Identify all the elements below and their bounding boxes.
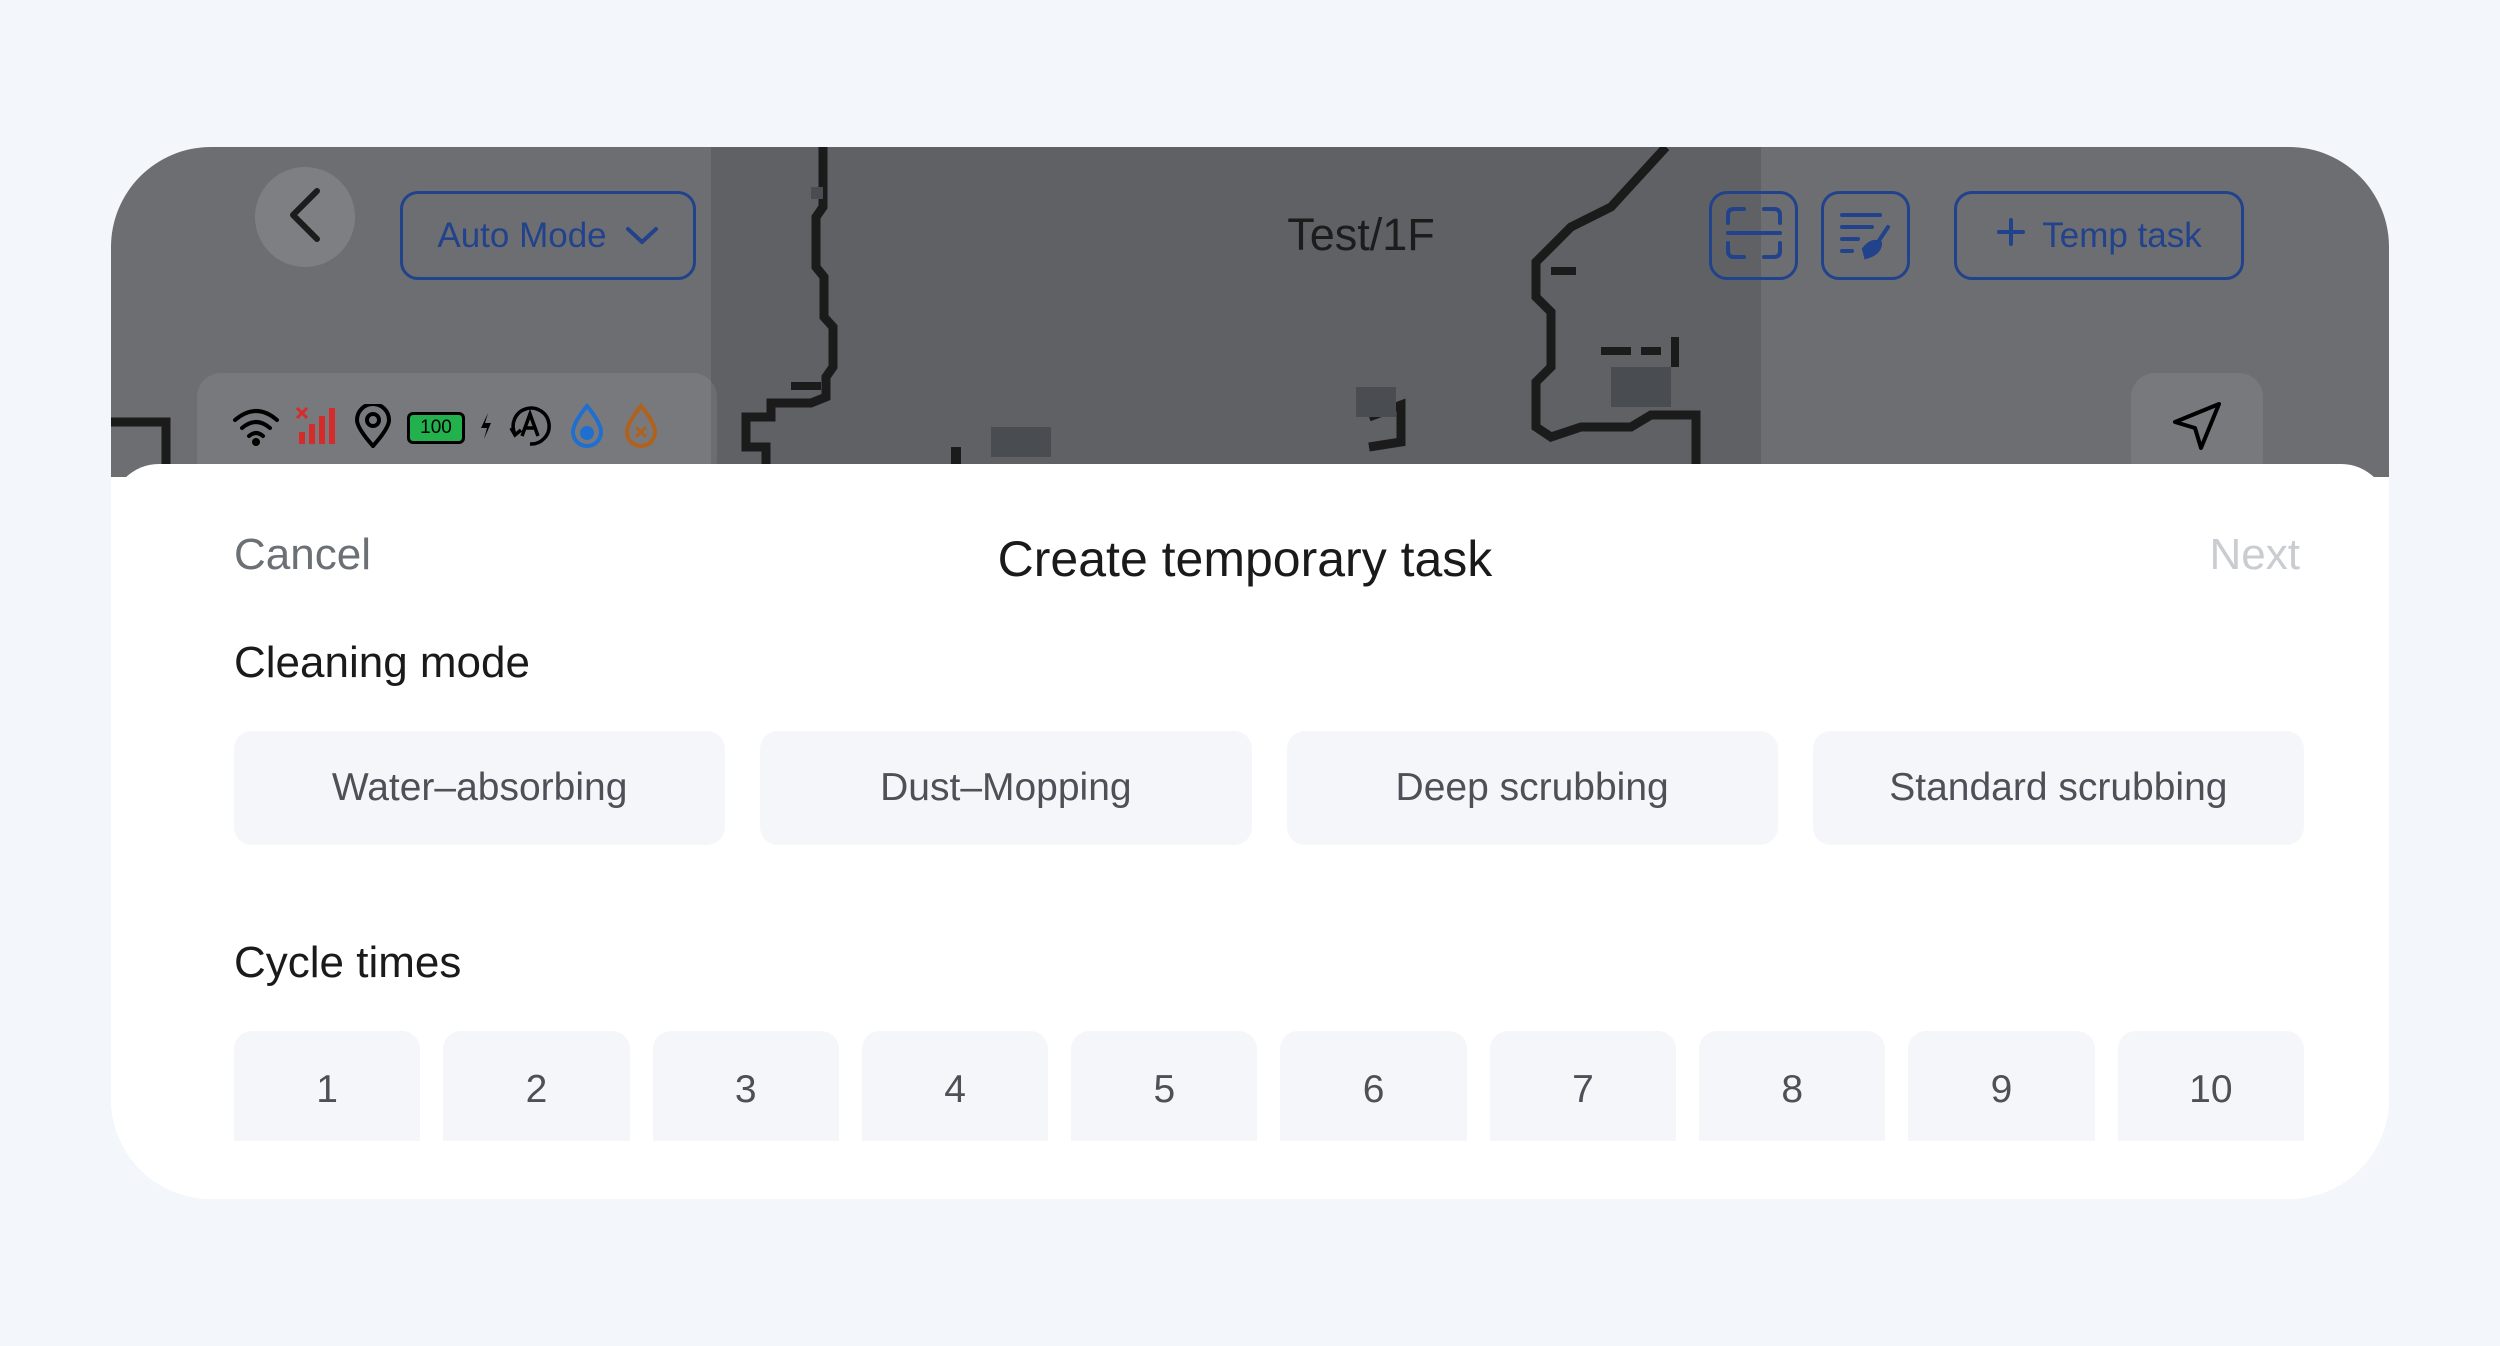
cycle-option[interactable]: 3 bbox=[652, 1031, 839, 1141]
mode-option-standard-scrubbing[interactable]: Standard scrubbing bbox=[1812, 731, 2304, 845]
cellular-no-signal-icon bbox=[295, 406, 339, 451]
cycle-option[interactable]: 7 bbox=[1489, 1031, 1677, 1141]
temp-task-sheet: Cancel Create temporary task Next Cleani… bbox=[111, 464, 2389, 1199]
scan-button[interactable] bbox=[1709, 191, 1798, 280]
next-button[interactable]: Next bbox=[2210, 530, 2300, 580]
cycle-option[interactable]: 9 bbox=[1908, 1031, 2095, 1141]
mode-dropdown-label: Auto Mode bbox=[437, 215, 607, 255]
clean-task-button[interactable] bbox=[1821, 191, 1910, 280]
app-window: Auto Mode Test/1F Temp task 100 Cancel C… bbox=[111, 147, 2389, 1199]
broom-list-icon bbox=[1836, 205, 1896, 266]
cycle-option[interactable]: 6 bbox=[1280, 1031, 1467, 1141]
charging-bolt-icon bbox=[479, 411, 493, 446]
mode-option-deep-scrubbing[interactable]: Deep scrubbing bbox=[1286, 731, 1778, 845]
cycle-option[interactable]: 2 bbox=[443, 1031, 630, 1141]
mode-option-water-absorbing[interactable]: Water–absorbing bbox=[234, 731, 726, 845]
cycle-times-label: Cycle times bbox=[234, 938, 462, 987]
back-button[interactable] bbox=[255, 167, 355, 267]
temp-task-label: Temp task bbox=[2042, 215, 2202, 255]
cycle-times-options: 1 2 3 4 5 6 7 8 9 10 bbox=[234, 1031, 2304, 1141]
cycle-option[interactable]: 8 bbox=[1699, 1031, 1886, 1141]
scan-frame-icon bbox=[1724, 205, 1784, 266]
auto-mode-icon bbox=[507, 404, 553, 453]
water-drop-icon bbox=[567, 402, 607, 454]
mode-option-dust-mopping[interactable]: Dust–Mopping bbox=[760, 731, 1252, 845]
cycle-option[interactable]: 4 bbox=[861, 1031, 1049, 1141]
navigation-arrow-icon bbox=[2169, 398, 2225, 459]
location-pin-icon bbox=[353, 401, 393, 453]
cycle-option[interactable]: 1 bbox=[234, 1031, 421, 1141]
sheet-title: Create temporary task bbox=[997, 531, 1493, 587]
chevron-left-icon bbox=[285, 187, 325, 248]
mode-dropdown[interactable]: Auto Mode bbox=[400, 191, 696, 280]
header: Auto Mode Test/1F Temp task 100 bbox=[111, 147, 2389, 483]
cleaning-mode-label: Cleaning mode bbox=[234, 638, 530, 687]
cycle-option[interactable]: 10 bbox=[2117, 1031, 2304, 1141]
map-title: Test/1F bbox=[1287, 209, 1435, 260]
temp-task-button[interactable]: Temp task bbox=[1954, 191, 2244, 280]
chevron-down-icon bbox=[625, 216, 659, 256]
battery-level: 100 bbox=[420, 417, 452, 438]
wifi-icon bbox=[231, 406, 281, 451]
battery-indicator: 100 bbox=[407, 412, 465, 444]
plus-icon bbox=[1996, 216, 2026, 256]
cancel-button[interactable]: Cancel bbox=[234, 530, 371, 580]
cycle-option[interactable]: 5 bbox=[1071, 1031, 1258, 1141]
cleaning-mode-options: Water–absorbing Dust–Mopping Deep scrubb… bbox=[234, 731, 2304, 845]
dirty-water-icon bbox=[621, 402, 661, 454]
